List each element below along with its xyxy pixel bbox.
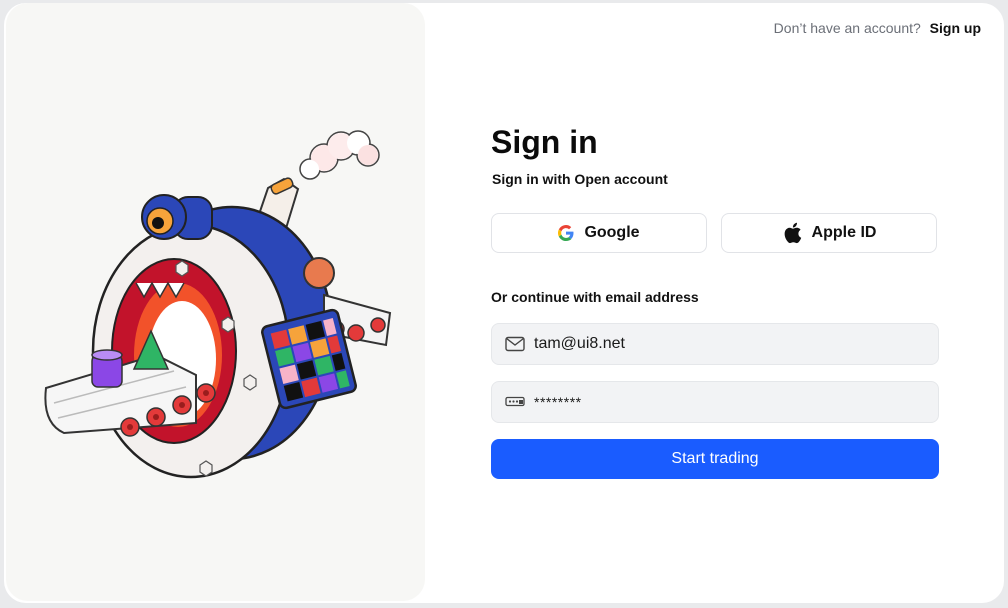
robot-illustration <box>44 130 392 479</box>
illustration-panel <box>6 3 425 601</box>
google-button-label: Google <box>584 224 640 241</box>
apple-button-label: Apple ID <box>811 224 877 241</box>
signin-card: Don’t have an account? Sign up Sign in S… <box>4 3 1004 603</box>
start-trading-button[interactable]: Start trading <box>491 439 939 479</box>
password-input[interactable] <box>534 394 914 410</box>
email-field[interactable] <box>491 323 939 365</box>
google-signin-button[interactable]: Google <box>491 213 707 253</box>
steam-cloud <box>299 130 380 180</box>
signup-prompt: Don’t have an account? Sign up <box>774 20 981 36</box>
apple-signin-button[interactable]: Apple ID <box>721 213 937 253</box>
apple-icon <box>782 221 802 245</box>
mail-icon <box>505 336 525 352</box>
signup-prompt-text: Don’t have an account? <box>773 20 921 36</box>
page-title: Sign in <box>491 124 598 160</box>
page-subtitle: Sign in with Open account <box>492 171 668 187</box>
signup-link[interactable]: Sign up <box>930 20 981 36</box>
password-icon <box>505 396 525 408</box>
email-divider-label: Or continue with email address <box>491 289 699 305</box>
email-input[interactable] <box>534 335 914 353</box>
google-icon <box>558 225 574 241</box>
password-field[interactable] <box>491 381 939 423</box>
